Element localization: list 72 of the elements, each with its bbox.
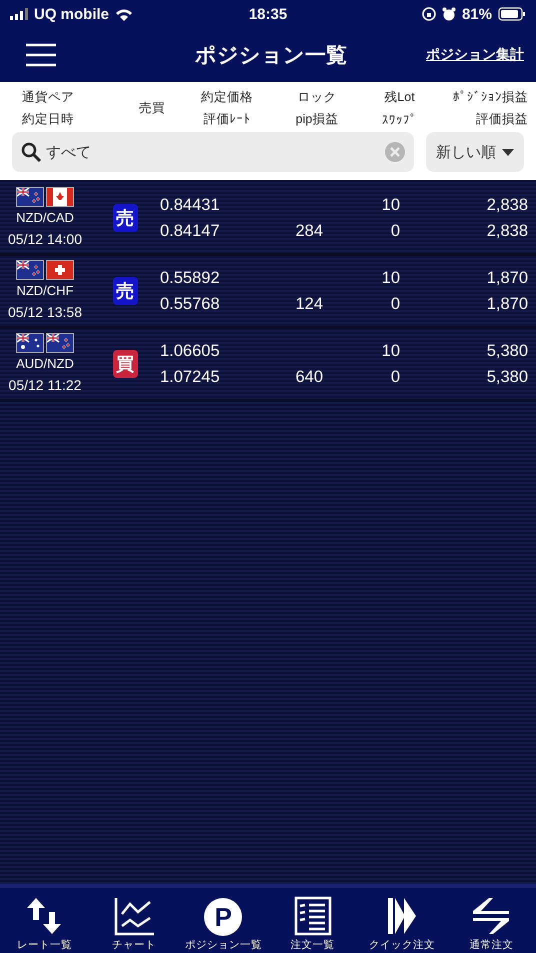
- flag-icon: [16, 187, 44, 207]
- position-row[interactable]: AUD/NZD 05/12 11:22 買 1.06605 1.07245 640 10 0 5,380 5,380: [0, 329, 536, 402]
- nav-tab[interactable]: 通常注文: [446, 888, 536, 953]
- trade-time: 05/12 14:00: [8, 230, 82, 249]
- clock-time: 18:35: [248, 6, 288, 22]
- position-pnl: 2,838: [486, 195, 528, 215]
- flag-icon: [16, 260, 44, 280]
- carrier-name: UQ mobile: [34, 6, 110, 22]
- remaining-lot: 10: [382, 341, 400, 361]
- swap-value: 0: [390, 367, 400, 387]
- wifi-icon: [115, 8, 134, 20]
- trade-time: 05/12 11:22: [8, 376, 82, 395]
- swap-value: 0: [390, 294, 400, 314]
- position-summary-link[interactable]: ポジション集計: [426, 46, 524, 64]
- pip-pnl: 284: [295, 221, 323, 241]
- column-header: pip損益: [296, 110, 338, 128]
- battery-percent: 81%: [462, 6, 492, 22]
- position-icon: P: [204, 898, 242, 936]
- signal-icon: [10, 8, 28, 20]
- column-header: 評価ﾚｰﾄ: [204, 110, 250, 128]
- trade-side-badge: 買: [112, 350, 138, 378]
- pip-pnl: 124: [295, 294, 323, 314]
- currency-pair: AUD/NZD: [16, 355, 74, 373]
- open-price: 1.06605: [160, 341, 220, 361]
- column-header: ロック: [298, 88, 336, 106]
- trade-side-badge: 売: [112, 204, 138, 232]
- nav-tab[interactable]: 注文一覧: [268, 888, 358, 953]
- sort-dropdown[interactable]: 新しい順: [426, 132, 524, 172]
- flag-icon: [46, 333, 74, 353]
- column-header: 売買: [139, 100, 165, 116]
- column-header: 評価損益: [476, 110, 528, 128]
- caret-icon: [502, 148, 514, 156]
- valuation-pnl: 5,380: [486, 367, 528, 387]
- nav-tab[interactable]: P ポジション一覧: [178, 888, 268, 953]
- column-header: 通貨ペア: [22, 88, 74, 106]
- alarm-icon: [442, 7, 456, 21]
- battery-icon: [498, 7, 526, 21]
- remaining-lot: 10: [382, 195, 400, 215]
- pip-pnl: 640: [295, 367, 323, 387]
- search-icon: [20, 141, 42, 163]
- current-rate: 1.07245: [160, 367, 220, 387]
- flag-icon: [46, 260, 74, 280]
- column-header: 約定日時: [22, 110, 74, 128]
- position-row[interactable]: NZD/CAD 05/12 14:00 売 0.84431 0.84147 284 10 0 2,838 2,838: [0, 183, 536, 256]
- swap-value: 0: [390, 221, 400, 241]
- open-price: 0.55892: [160, 268, 220, 288]
- menu-icon[interactable]: [26, 43, 56, 67]
- currency-pair: NZD/CHF: [16, 282, 74, 300]
- column-header: 残Lot: [384, 89, 415, 106]
- current-rate: 0.55768: [160, 294, 220, 314]
- nav-tab[interactable]: クイック注文: [357, 888, 447, 953]
- column-header: 約定価格: [201, 88, 253, 106]
- rotation-lock-icon: [422, 7, 436, 21]
- page-title: ポジション一覧: [194, 43, 348, 69]
- column-header: ｽﾜｯﾌﾟ: [382, 112, 417, 127]
- flag-icon: [46, 187, 74, 207]
- position-pnl: 5,380: [486, 341, 528, 361]
- search-field[interactable]: すべて: [12, 132, 414, 172]
- trade-time: 05/12 13:58: [8, 303, 82, 322]
- nav-tab[interactable]: レート一覧: [0, 888, 90, 953]
- open-price: 0.84431: [160, 195, 220, 215]
- remaining-lot: 10: [382, 268, 400, 288]
- valuation-pnl: 2,838: [486, 221, 528, 241]
- current-rate: 0.84147: [160, 221, 220, 241]
- flag-icon: [16, 333, 44, 353]
- trade-side-badge: 売: [112, 277, 138, 305]
- valuation-pnl: 1,870: [486, 294, 528, 314]
- column-header: ﾎﾟｼﾞｼｮﾝ損益: [453, 88, 528, 106]
- nav-tab[interactable]: チャート: [89, 888, 179, 953]
- currency-pair: NZD/CAD: [16, 209, 74, 227]
- position-row[interactable]: NZD/CHF 05/12 13:58 売 0.55892 0.55768 124 10 0 1,870 1,870: [0, 256, 536, 329]
- position-pnl: 1,870: [486, 268, 528, 288]
